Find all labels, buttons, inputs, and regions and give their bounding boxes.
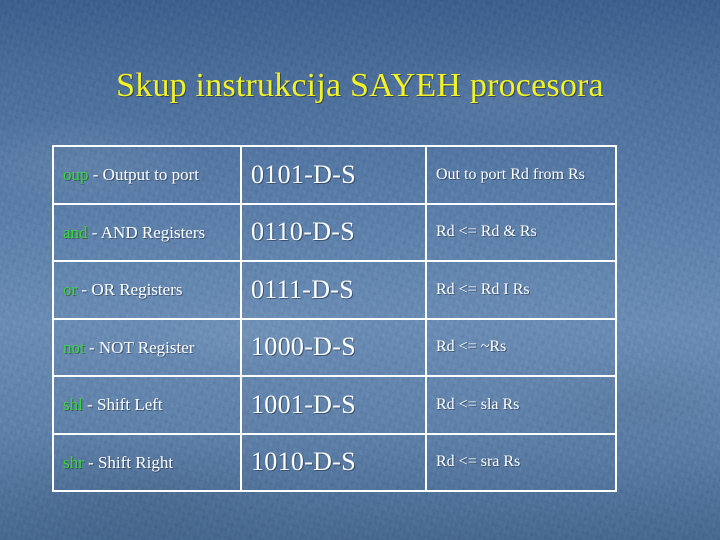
cell-mnemonic: oup - Output to port — [52, 145, 242, 205]
cell-mnemonic: shr - Shift Right — [52, 432, 242, 492]
cell-operation: Rd <= Rd I Rs — [425, 260, 617, 320]
cell-operation: Rd <= ~Rs — [425, 317, 617, 377]
cell-operation: Rd <= sla Rs — [425, 375, 617, 435]
cell-operation: Rd <= sra Rs — [425, 432, 617, 492]
mnemonic-keyword: and — [63, 222, 88, 242]
cell-mnemonic: or - OR Registers — [52, 260, 242, 320]
table-row: not - NOT Register 1000-D-S Rd <= ~Rs — [52, 317, 617, 377]
mnemonic-description: - Shift Left — [82, 395, 163, 415]
mnemonic-keyword: not — [63, 337, 85, 357]
mnemonic-keyword: or — [63, 280, 78, 300]
table-row: oup - Output to port 0101-D-S Out to por… — [52, 145, 617, 205]
cell-encoding: 1001-D-S — [240, 375, 427, 435]
cell-operation: Rd <= Rd & Rs — [425, 202, 617, 262]
table-row: shr - Shift Right 1010-D-S Rd <= sra Rs — [52, 432, 617, 492]
slide-canvas: Skup instrukcija SAYEH procesora oup - O… — [0, 0, 720, 540]
mnemonic-keyword: oup — [63, 165, 89, 185]
cell-mnemonic: not - NOT Register — [52, 317, 242, 377]
cell-encoding: 0101-D-S — [240, 145, 427, 205]
cell-mnemonic: and - AND Registers — [52, 202, 242, 262]
mnemonic-description: - OR Registers — [77, 280, 183, 300]
mnemonic-description: - Shift Right — [83, 452, 174, 472]
cell-encoding: 1000-D-S — [240, 317, 427, 377]
cell-mnemonic: shl - Shift Left — [52, 375, 242, 435]
mnemonic-keyword: shl — [63, 395, 83, 415]
mnemonic-keyword: shr — [63, 452, 84, 472]
mnemonic-description: - AND Registers — [87, 222, 206, 242]
table-row: shl - Shift Left 1001-D-S Rd <= sla Rs — [52, 375, 617, 435]
table-row: or - OR Registers 0111-D-S Rd <= Rd I Rs — [52, 260, 617, 320]
slide-title: Skup instrukcija SAYEH procesora — [116, 67, 604, 104]
cell-encoding: 0110-D-S — [240, 202, 427, 262]
instruction-table-body: oup - Output to port 0101-D-S Out to por… — [52, 145, 617, 492]
mnemonic-description: - Output to port — [88, 165, 199, 185]
table-row: and - AND Registers 0110-D-S Rd <= Rd & … — [52, 202, 617, 262]
cell-encoding: 0111-D-S — [240, 260, 427, 320]
cell-encoding: 1010-D-S — [240, 432, 427, 492]
mnemonic-description: - NOT Register — [84, 337, 195, 357]
cell-operation: Out to port Rd from Rs — [425, 145, 617, 205]
instruction-set-table: oup - Output to port 0101-D-S Out to por… — [52, 145, 617, 492]
